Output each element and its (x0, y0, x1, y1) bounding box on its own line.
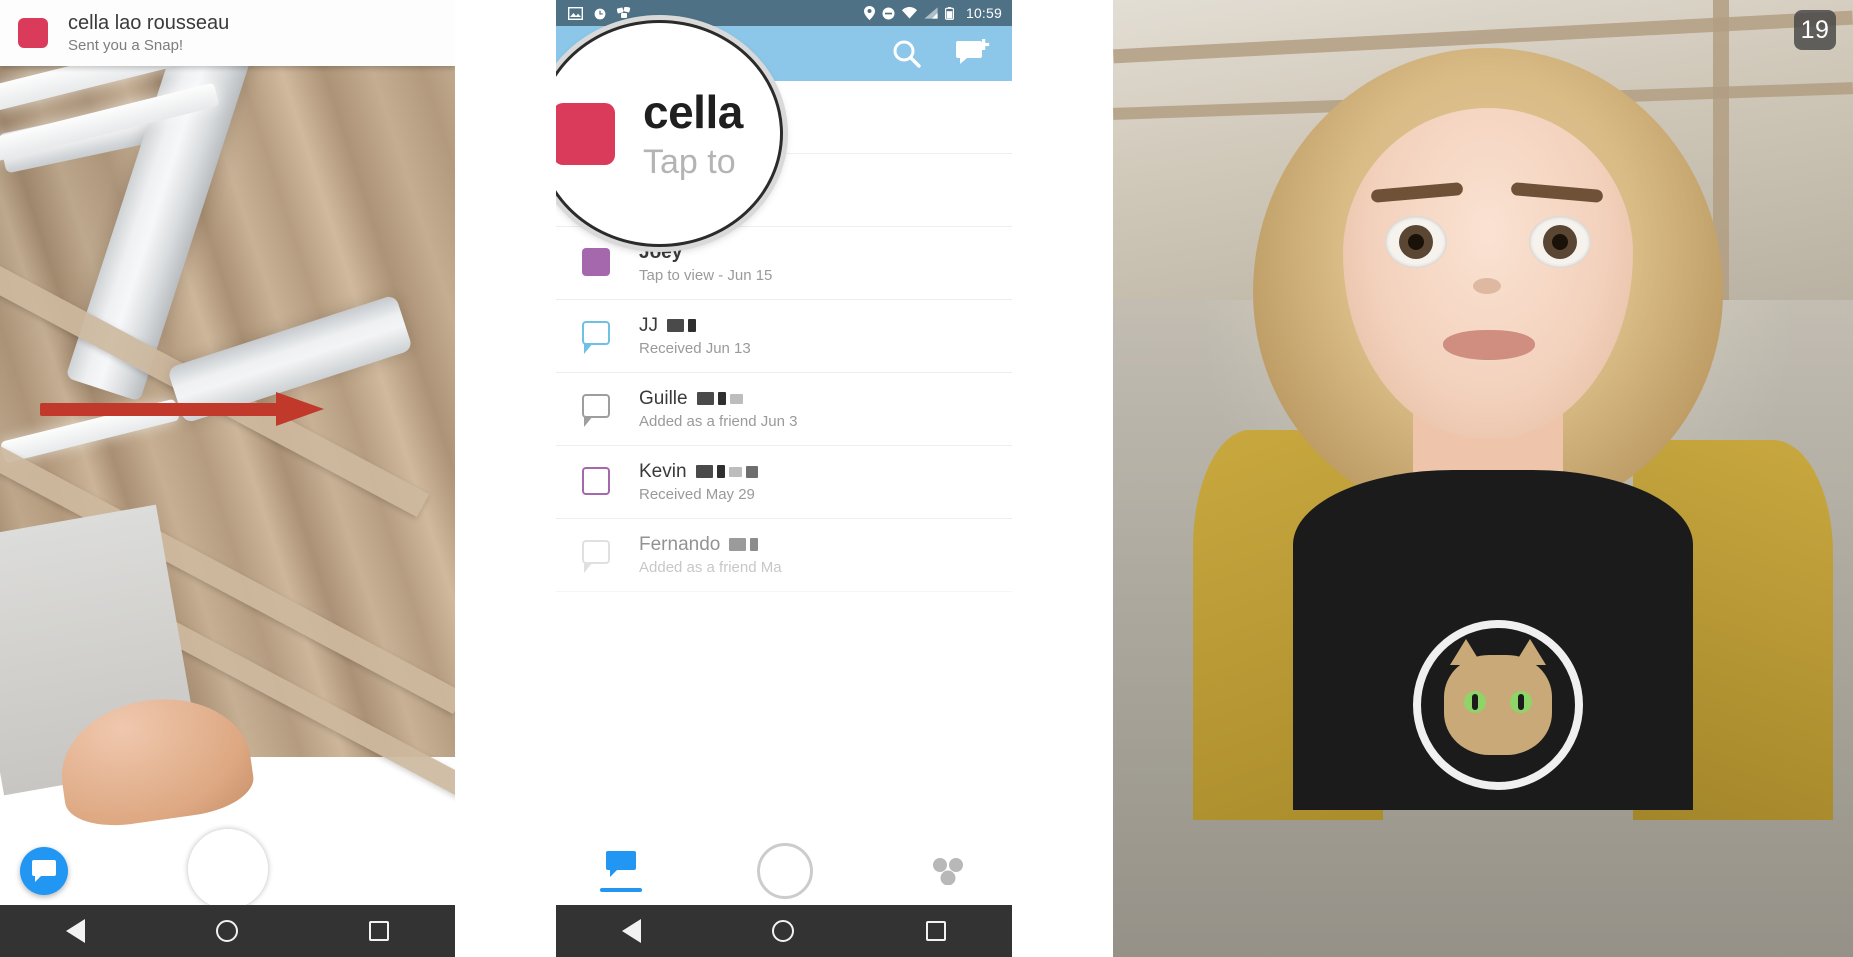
screenshot-stage: cella lao rousseau Sent you a Snap! 10:5… (0, 0, 1853, 957)
location-pin-icon (863, 6, 875, 20)
friends-button[interactable] (387, 859, 429, 891)
emoji-glyphs (695, 465, 758, 479)
chat-list-item[interactable]: Fernando Added as a friend Ma (556, 519, 1012, 592)
chat-item-status: Received May 29 (639, 486, 755, 504)
mute-icon (882, 7, 895, 19)
home-icon[interactable] (215, 920, 238, 942)
chat-item-name: Fernando (639, 534, 782, 557)
eyebrow (1370, 182, 1464, 203)
chat-item-status: Added as a friend Jun 3 (639, 413, 798, 431)
cat-graphic (1413, 620, 1583, 790)
eye (1529, 216, 1591, 268)
android-navigation-bar (0, 905, 455, 957)
home-icon[interactable] (772, 920, 795, 942)
chat-item-name: Guille (639, 388, 797, 411)
capture-button[interactable] (187, 829, 268, 909)
chat-bubble-icon (32, 860, 56, 882)
snap-square-filled-icon (582, 248, 610, 276)
red-annotation-arrow (40, 392, 330, 426)
right-phone-screen: 19 (1113, 0, 1853, 957)
friends-tab[interactable] (928, 857, 968, 886)
back-icon[interactable] (65, 919, 85, 943)
friends-icon (933, 858, 963, 886)
alarm-icon (594, 8, 606, 20)
android-navigation-bar (556, 905, 1012, 957)
recents-icon[interactable] (369, 921, 390, 941)
mouth (1443, 330, 1535, 360)
chat-bubble-icon (606, 851, 636, 877)
eye (1385, 216, 1447, 268)
chat-list-item[interactable]: Kevin Received May 29 (556, 446, 1012, 519)
puzzle-icon (617, 6, 631, 18)
chat-item-name: JJ (639, 315, 751, 338)
status-bar-clock: 10:59 (965, 5, 1002, 21)
camera-preview-photo (0, 0, 455, 833)
snap-square-outline-icon (582, 467, 610, 495)
snap-notification-icon (18, 18, 48, 48)
snap-notification-banner[interactable]: cella lao rousseau Sent you a Snap! (0, 0, 455, 66)
wifi-icon (901, 7, 917, 19)
chat-item-name: Kevin (639, 461, 758, 484)
camera-controls (0, 785, 455, 909)
left-phone-screen: cella lao rousseau Sent you a Snap! (0, 0, 455, 957)
panel-divider (1012, 0, 1113, 957)
status-badge: 19 (1794, 10, 1836, 50)
magnifier-title: cella (643, 85, 743, 138)
chat-bubble-outline-icon (582, 540, 610, 573)
capture-button[interactable] (757, 843, 813, 899)
emoji-glyphs (667, 319, 696, 333)
middle-phone-screen: 10:59 ThierryReceived SunTeam SnapchatRe… (556, 0, 1012, 957)
magnifier-subtitle: Tap to (643, 142, 736, 181)
selfie-photo (1113, 0, 1853, 957)
battery-icon (944, 6, 954, 20)
back-icon[interactable] (621, 919, 641, 943)
snap-notification-icon (556, 102, 615, 165)
signal-icon (924, 7, 938, 19)
chat-list-item[interactable]: JJ Received Jun 13 (556, 300, 1012, 373)
chat-list-item[interactable]: Guille Added as a friend Jun 3 (556, 373, 1012, 446)
notification-title: cella lao rousseau (68, 12, 230, 34)
recents-icon[interactable] (926, 921, 947, 941)
notification-subtitle: Sent you a Snap! (68, 37, 184, 54)
search-icon[interactable] (892, 39, 922, 69)
eyebrow (1510, 182, 1604, 203)
emoji-glyphs (729, 538, 759, 552)
chat-bubble-outline-icon (582, 394, 610, 427)
emoji-glyphs (696, 392, 743, 406)
chat-item-status: Added as a friend Ma (639, 559, 782, 577)
chat-item-status: Received Jun 13 (639, 340, 751, 358)
snapchat-bottom-nav (556, 837, 1012, 905)
panel-divider (455, 0, 556, 957)
chat-button[interactable] (20, 847, 68, 895)
active-tab-indicator (600, 888, 642, 892)
nose (1473, 278, 1501, 294)
new-chat-icon[interactable] (956, 38, 990, 69)
chat-bubble-outline-icon (582, 321, 610, 354)
chat-tab[interactable] (600, 850, 642, 892)
image-icon (568, 6, 583, 20)
android-status-bar: 10:59 (556, 0, 1012, 26)
chat-item-status: Tap to view - Jun 15 (639, 267, 773, 285)
